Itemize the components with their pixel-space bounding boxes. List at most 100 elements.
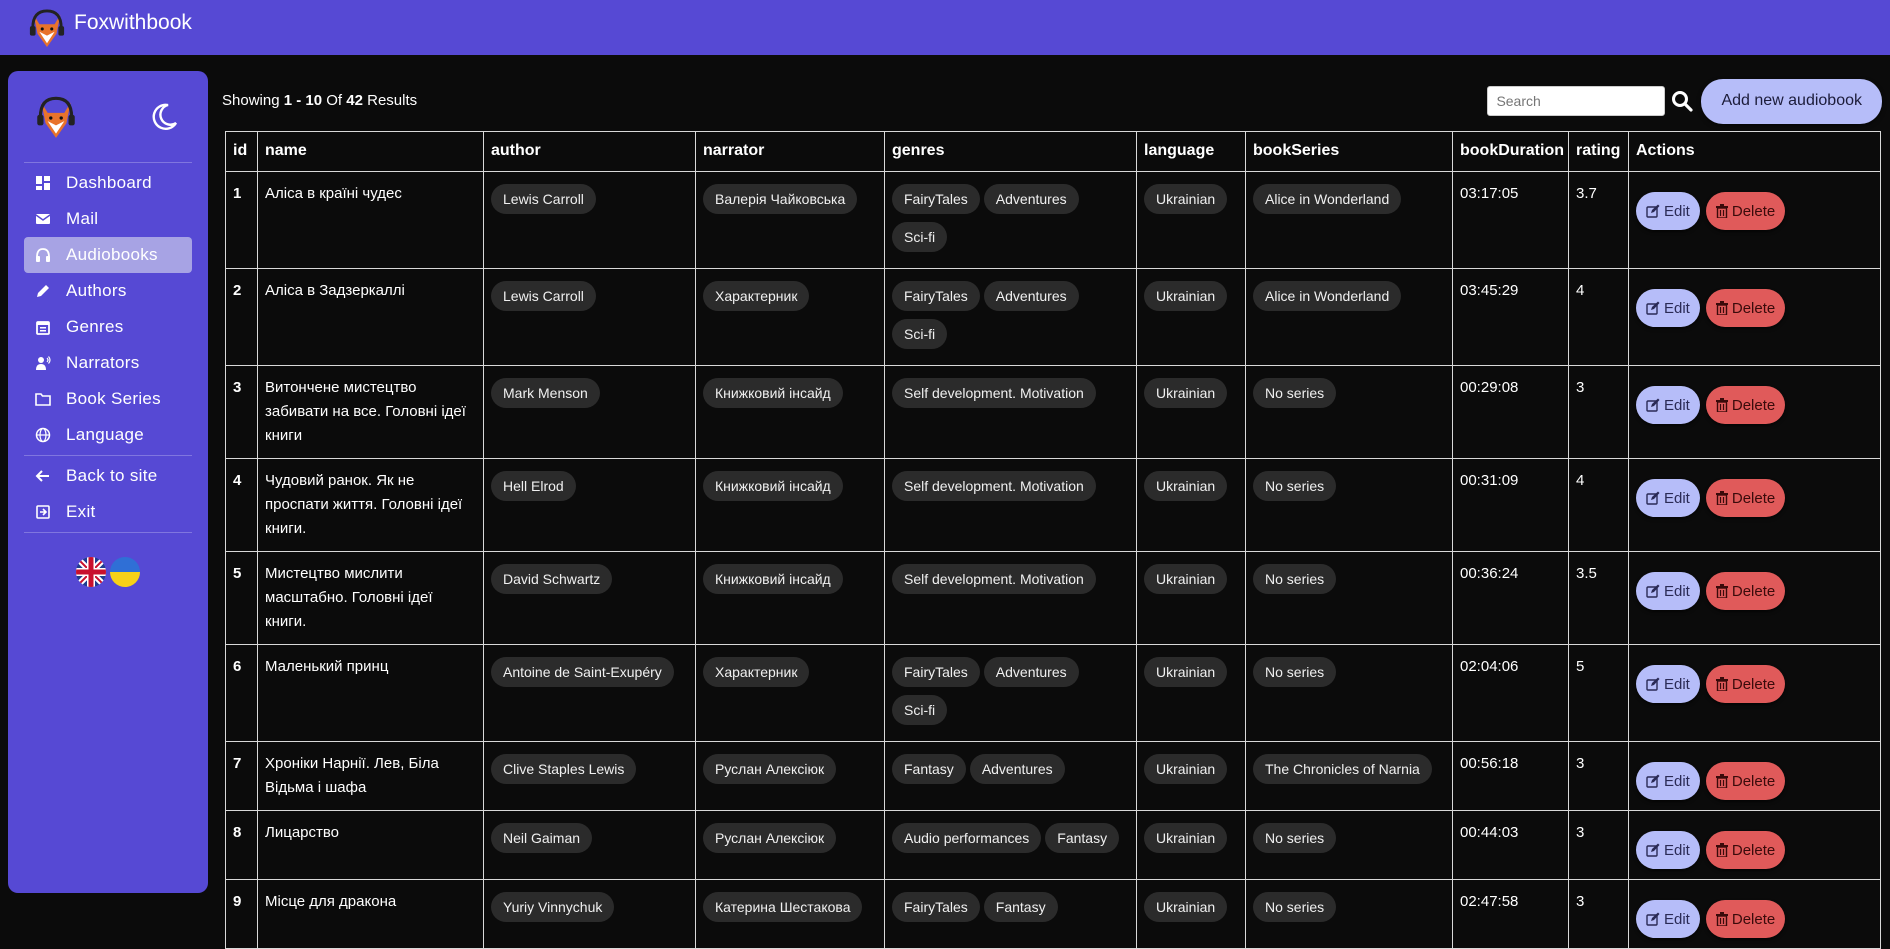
delete-button[interactable]: Delete (1705, 289, 1786, 327)
delete-button[interactable]: Delete (1705, 900, 1786, 938)
narrator-tag: Характерник (703, 657, 810, 687)
genre-tag: FairyTales (892, 281, 980, 311)
table-row[interactable]: 3 Витончене мистецтво забивати на все. Го… (225, 365, 1881, 459)
series-tag: No series (1253, 657, 1337, 687)
table-row[interactable]: 5 Мистецтво мислити масштабно. Головні ід… (225, 551, 1881, 645)
edit-button[interactable]: Edit (1636, 479, 1700, 517)
table-row[interactable]: 1 Аліса в країні чудес Lewis Carroll Валері… (225, 171, 1881, 269)
narrator-cell: Книжковий інсайд (695, 458, 885, 552)
fox-logo-icon[interactable] (28, 5, 66, 51)
author-cell: Mark Menson (483, 365, 696, 459)
author-tag: Clive Staples Lewis (491, 754, 637, 784)
language-cell: Ukrainian (1136, 171, 1246, 269)
delete-button[interactable]: Delete (1705, 192, 1786, 230)
name-cell: Маленький принц (257, 644, 484, 742)
edit-button[interactable]: Edit (1636, 762, 1700, 800)
row-actions: Edit Delete (1636, 752, 1873, 800)
ukraine-flag-icon[interactable] (110, 557, 140, 587)
genre-tag: Adventures (983, 657, 1079, 687)
sidebar-item-book-series[interactable]: Book Series (24, 381, 192, 417)
sidebar-item-label: Audiobooks (66, 245, 158, 264)
arrow-left-icon (34, 467, 52, 485)
sidebar-item-authors[interactable]: Authors (24, 273, 192, 309)
sidebar-item-dashboard[interactable]: Dashboard (24, 165, 192, 201)
search-icon[interactable] (1671, 90, 1694, 112)
delete-label: Delete (1731, 489, 1776, 507)
actions-cell: Edit Delete (1628, 171, 1881, 269)
edit-button[interactable]: Edit (1636, 192, 1700, 230)
genre-tag: Audio performances (892, 823, 1042, 853)
actions-cell: Edit Delete (1628, 810, 1881, 880)
main-content: Showing 1 - 10 Of 42 Results Add new aud… (222, 70, 1882, 132)
sidebar-item-label: Back to site (66, 466, 158, 485)
edit-icon (1646, 204, 1660, 218)
series-tag: No series (1253, 564, 1337, 594)
edit-button[interactable]: Edit (1636, 831, 1700, 869)
series-cell: The Chronicles of Narnia (1245, 741, 1453, 811)
delete-button[interactable]: Delete (1705, 762, 1786, 800)
series-tag: The Chronicles of Narnia (1253, 754, 1432, 784)
search-input[interactable] (1487, 86, 1666, 116)
delete-label: Delete (1731, 299, 1776, 317)
sidebar-item-exit[interactable]: Exit (24, 494, 192, 530)
series-cell: No series (1245, 458, 1453, 552)
edit-label: Edit (1664, 582, 1690, 600)
genres-cell: Audio performances Fantasy (884, 810, 1137, 880)
sidebar-item-genres[interactable]: Genres (24, 309, 192, 345)
delete-button[interactable]: Delete (1705, 386, 1786, 424)
narrator-cell: Валерія Чайковська (695, 171, 885, 269)
uk-flag-icon[interactable] (76, 557, 106, 587)
trash-icon (1715, 301, 1728, 315)
narrator-tag: Катерина Шестакова (703, 892, 863, 922)
brand-name[interactable]: Foxwithbook (74, 11, 192, 35)
name-cell: Аліса в країні чудес (257, 171, 484, 269)
edit-button[interactable]: Edit (1636, 386, 1700, 424)
narrator-tag: Характерник (703, 281, 810, 311)
delete-button[interactable]: Delete (1705, 665, 1786, 703)
edit-button[interactable]: Edit (1636, 900, 1700, 938)
trash-icon (1715, 491, 1728, 505)
sidebar-item-narrators[interactable]: Narrators (24, 345, 192, 381)
author-cell: Clive Staples Lewis (483, 741, 696, 811)
edit-button[interactable]: Edit (1636, 665, 1700, 703)
table-row[interactable]: 6 Маленький принц Antoine de Saint-Exupéry… (225, 644, 1881, 742)
sidebar-item-audiobooks[interactable]: Audiobooks (24, 237, 192, 273)
genre-tag: Fantasy (892, 754, 966, 784)
table-row[interactable]: 2 Аліса в Задзеркаллі Lewis Carroll Характе… (225, 268, 1881, 366)
sidebar-footer-nav: Back to site Exit (24, 458, 192, 530)
audiobooks-table-wrapper: id name author narrator genres language bookSe… (225, 131, 1881, 949)
table-row[interactable]: 4 Чудовий ранок. Як не проспати життя. Го… (225, 458, 1881, 552)
edit-button[interactable]: Edit (1636, 289, 1700, 327)
author-cell: Lewis Carroll (483, 268, 696, 366)
duration-cell: 00:44:03 (1452, 810, 1569, 880)
trash-icon (1715, 584, 1728, 598)
sidebar-item-mail[interactable]: Mail (24, 201, 192, 237)
delete-button[interactable]: Delete (1705, 831, 1786, 869)
edit-button[interactable]: Edit (1636, 572, 1700, 610)
author-tag: Neil Gaiman (491, 823, 593, 853)
name-cell: Місце для дракона (257, 879, 484, 949)
moon-icon[interactable] (148, 101, 180, 133)
id-cell: 6 (225, 644, 258, 742)
table-header-row: id name author narrator genres language bookSe… (225, 131, 1881, 172)
delete-button[interactable]: Delete (1705, 572, 1786, 610)
language-cell: Ukrainian (1136, 879, 1246, 949)
edit-icon (1646, 912, 1660, 926)
id-cell: 7 (225, 741, 258, 811)
edit-label: Edit (1664, 675, 1690, 693)
fox-logo-icon[interactable] (34, 92, 78, 142)
actions-cell: Edit Delete (1628, 551, 1881, 645)
table-row[interactable]: 7 Хроніки Нарнії. Лев, Біла Відьма і шафа… (225, 741, 1881, 811)
add-audiobook-button[interactable]: Add new audiobook (1701, 78, 1882, 124)
narrator-cell: Руслан Алексіюк (695, 810, 885, 880)
dashboard-icon (34, 174, 52, 192)
table-row[interactable]: 9 Місце для дракона Yuriy Vinnychuk Катерин… (225, 879, 1881, 949)
duration-cell: 02:47:58 (1452, 879, 1569, 949)
actions-cell: Edit Delete (1628, 365, 1881, 459)
sidebar-item-back-to-site[interactable]: Back to site (24, 458, 192, 494)
sidebar-item-language[interactable]: Language (24, 417, 192, 453)
duration-cell: 00:29:08 (1452, 365, 1569, 459)
calendar-icon (34, 318, 52, 336)
delete-button[interactable]: Delete (1705, 479, 1786, 517)
table-row[interactable]: 8 Лицарство Neil Gaiman Руслан Алексіюк Audi… (225, 810, 1881, 880)
